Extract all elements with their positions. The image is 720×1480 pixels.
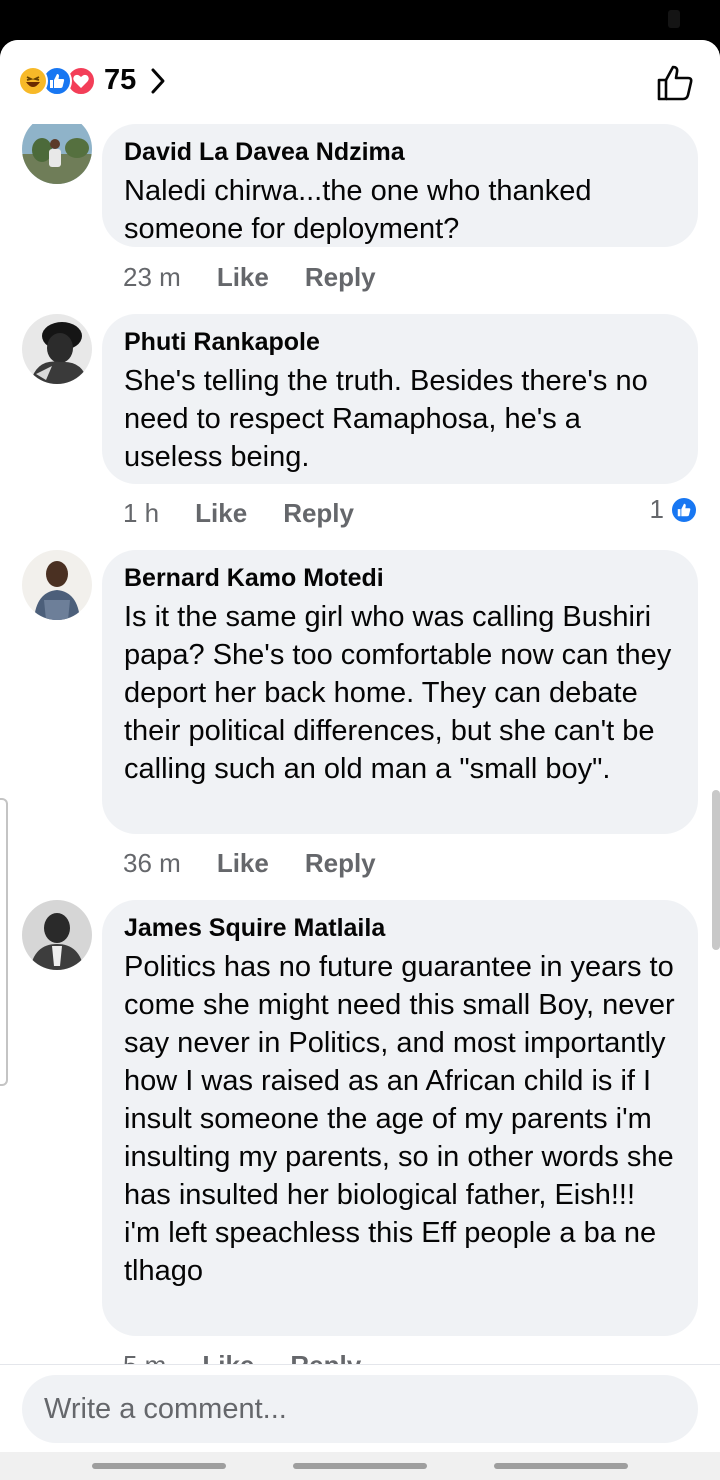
comment-author[interactable]: Bernard Kamo Motedi [124, 562, 676, 594]
camera-dot-icon [668, 10, 680, 28]
comment-reaction-count[interactable]: 1 [650, 494, 698, 525]
comment-author[interactable]: Phuti Rankapole [124, 326, 676, 358]
scrollbar-thumb[interactable] [712, 790, 720, 950]
reply-button[interactable]: Reply [305, 848, 376, 879]
comment-bubble[interactable]: David La Davea Ndzima Naledi chirwa...th… [102, 124, 698, 247]
avatar[interactable] [22, 900, 92, 970]
comment-text: Is it the same girl who was calling Bush… [124, 601, 672, 785]
avatar[interactable] [22, 124, 92, 184]
chevron-right-icon [150, 67, 166, 95]
avatar[interactable] [22, 550, 92, 620]
reply-button[interactable]: Reply [283, 498, 354, 529]
reaction-count: 75 [104, 64, 137, 96]
comments-list[interactable]: David La Davea Ndzima Naledi chirwa...th… [0, 124, 720, 1364]
comment-actions: 23 m Like Reply [123, 262, 376, 293]
comment-actions: 1 h Like Reply [123, 498, 354, 529]
avatar[interactable] [22, 314, 92, 384]
reactions-summary[interactable]: 75 [18, 64, 166, 97]
comment-author[interactable]: James Squire Matlaila [124, 912, 676, 944]
comment-time[interactable]: 36 m [123, 848, 181, 879]
composer-placeholder: Write a comment... [44, 1392, 287, 1425]
comment-time[interactable]: 5 m [123, 1350, 166, 1364]
comment-time[interactable]: 23 m [123, 262, 181, 293]
comment-text: She's telling the truth. Besides there's… [124, 365, 648, 473]
comment-time[interactable]: 1 h [123, 498, 159, 529]
nav-recents-indicator[interactable] [92, 1463, 226, 1469]
comment-footer: Write a comment... [0, 1364, 720, 1480]
comment-like-count: 1 [649, 494, 664, 524]
side-panel-edge[interactable] [0, 798, 8, 1086]
like-button[interactable]: Like [202, 1350, 254, 1364]
like-button[interactable]: Like [217, 848, 269, 879]
like-button[interactable]: Like [217, 262, 269, 293]
like-button[interactable]: Like [195, 498, 247, 529]
like-outline-button[interactable] [656, 64, 694, 107]
write-comment-input[interactable]: Write a comment... [22, 1375, 698, 1443]
nav-back-indicator[interactable] [494, 1463, 628, 1469]
status-bar [0, 0, 720, 44]
nav-home-indicator[interactable] [293, 1463, 427, 1469]
comment-bubble[interactable]: James Squire Matlaila Politics has no fu… [102, 900, 698, 1336]
reply-button[interactable]: Reply [290, 1350, 361, 1364]
comment-bubble[interactable]: Bernard Kamo Motedi Is it the same girl … [102, 550, 698, 834]
comment-author[interactable]: David La Davea Ndzima [124, 136, 676, 168]
system-navigation-bar [0, 1452, 720, 1480]
thumbs-up-outline-icon [657, 65, 693, 101]
haha-icon [18, 65, 48, 96]
comment-actions: 5 m Like Reply [123, 1350, 361, 1364]
like-icon [670, 495, 698, 524]
comment-bubble[interactable]: Phuti Rankapole She's telling the truth.… [102, 314, 698, 484]
comment-text: Naledi chirwa...the one who thanked some… [124, 175, 592, 245]
comment-actions: 36 m Like Reply [123, 848, 376, 879]
reply-button[interactable]: Reply [305, 262, 376, 293]
comments-sheet: 75 David La Davea Ndzima Naledi chirwa..… [0, 40, 720, 1480]
comment-text: Politics has no future guarantee in year… [124, 951, 675, 1287]
reactions-header: 75 [0, 40, 720, 124]
